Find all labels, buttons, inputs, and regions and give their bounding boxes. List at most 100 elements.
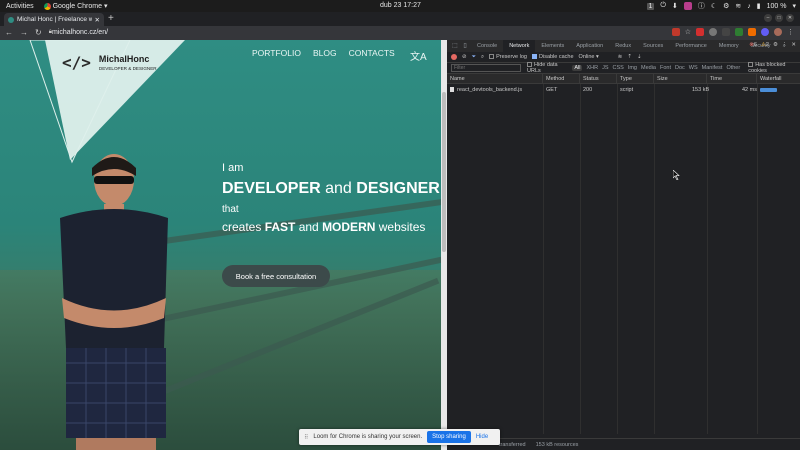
filter-type-font[interactable]: Font (660, 65, 671, 71)
maximize-icon[interactable]: □ (775, 14, 783, 22)
disable-cache-label: Disable cache (539, 54, 574, 60)
drag-handle-icon[interactable]: ⠿ (304, 434, 308, 441)
row-size: 153 kB (692, 87, 710, 93)
favicon-icon (8, 16, 14, 23)
reload-icon[interactable]: ↻ (35, 28, 42, 37)
filter-type-manifest[interactable]: Manifest (702, 65, 723, 71)
tab-elements[interactable]: Elements (535, 40, 570, 52)
hide-button[interactable]: Hide (476, 434, 488, 440)
tab-redux[interactable]: Redux (609, 40, 637, 52)
tab-network[interactable]: Network (503, 40, 536, 52)
minimize-icon[interactable]: – (764, 14, 772, 22)
tab-memory[interactable]: Memory (713, 40, 745, 52)
extension-abp-icon[interactable] (696, 28, 704, 36)
file-icon (450, 87, 454, 93)
tab-strip: Michal Honc | Freelance w ✕ + – □ ✕ (0, 12, 800, 26)
devtools-settings-icon[interactable]: ⚙ (773, 42, 778, 48)
hero-modern: MODERN (322, 220, 376, 234)
filter-type-xhr[interactable]: XHR (586, 65, 598, 71)
nav-portfolio[interactable]: PORTFOLIO (252, 48, 301, 58)
row-name-text: react_devtools_backend.js (457, 87, 523, 93)
settings-icon[interactable]: ⚙ (723, 2, 729, 10)
browser-tab[interactable]: Michal Honc | Freelance w ✕ (4, 13, 104, 26)
site-logo[interactable]: </> MichalHonc DEVELOPER & DESIGNER (62, 53, 157, 72)
extension-react-icon[interactable] (722, 28, 730, 36)
filter-input[interactable] (451, 64, 521, 72)
filter-type-css[interactable]: CSS (613, 65, 624, 71)
tab-application[interactable]: Application (570, 40, 609, 52)
power-icon[interactable]: ⏻ (660, 2, 666, 10)
avatar[interactable] (774, 28, 782, 36)
close-tab-icon[interactable]: ✕ (95, 16, 100, 24)
filter-type-img[interactable]: Img (628, 65, 637, 71)
tab-performance[interactable]: Performance (669, 40, 713, 52)
record-icon[interactable] (451, 54, 457, 60)
extension-loom-icon[interactable] (761, 28, 769, 36)
col-header-type[interactable]: Type (617, 74, 654, 84)
workspace-indicator[interactable]: 1 (646, 2, 655, 10)
filter-type-all[interactable]: All (572, 65, 583, 71)
extension-orange-icon[interactable] (748, 28, 756, 36)
device-toolbar-icon[interactable]: ▯ (461, 42, 469, 50)
app-menu[interactable]: Google Chrome ▾ (43, 2, 107, 10)
devtools-close-icon[interactable]: ✕ (791, 42, 796, 48)
filter-type-ws[interactable]: WS (689, 65, 698, 71)
close-window-icon[interactable]: ✕ (786, 14, 794, 22)
col-header-name[interactable]: Name (447, 74, 543, 84)
language-icon[interactable]: 文A (410, 48, 427, 63)
hide-data-urls-checkbox[interactable]: Hide data URLs (527, 62, 568, 74)
row-time: 42 ms (742, 87, 757, 93)
mouse-cursor-icon (673, 170, 680, 180)
resources-text: 153 kB resources (535, 441, 579, 448)
download-icon[interactable]: ⬇ (672, 2, 678, 10)
address-bar[interactable]: michalhonc.cz/en/ (52, 29, 108, 36)
key-icon[interactable] (671, 28, 680, 36)
preserve-log-checkbox[interactable]: Preserve log (489, 54, 527, 60)
tab-console[interactable]: Console (471, 40, 503, 52)
extension-sync-icon[interactable] (709, 28, 717, 36)
menu-icon[interactable]: ⋮ (787, 28, 794, 36)
filter-type-other[interactable]: Other (726, 65, 740, 71)
chevron-down-icon[interactable]: ▾ (792, 2, 796, 10)
warning-badge[interactable]: ⚠2 (761, 42, 769, 48)
import-har-icon[interactable]: ⇡ (627, 54, 632, 60)
error-badge[interactable]: ⊗6 (749, 42, 757, 48)
throttle-select[interactable]: Online ▾ (579, 54, 599, 60)
filter-icon[interactable]: ⏷ (472, 54, 476, 61)
info-icon[interactable]: ⓘ (698, 1, 705, 11)
col-header-time[interactable]: Time (707, 74, 757, 84)
col-header-size[interactable]: Size (654, 74, 707, 84)
book-consultation-button[interactable]: Book a free consultation (222, 265, 330, 287)
blocked-cookies-checkbox[interactable]: Has blocked cookies (748, 62, 800, 74)
hero-text: I am DEVELOPER and DESIGNER that creates… (222, 162, 440, 234)
export-har-icon[interactable]: ⇣ (637, 54, 642, 60)
tab-sources[interactable]: Sources (637, 40, 669, 52)
tray-app-icon[interactable] (683, 2, 692, 10)
disable-cache-checkbox[interactable]: Disable cache (532, 54, 574, 60)
inspect-icon[interactable]: ⬚ (451, 42, 459, 50)
tab-title: Michal Honc | Freelance w (17, 16, 92, 23)
star-icon[interactable]: ☆ (685, 28, 691, 36)
column-divider (654, 84, 655, 434)
filter-type-js[interactable]: JS (602, 65, 608, 71)
devtools-menu-icon[interactable]: ⋮ (782, 42, 788, 48)
clear-icon[interactable]: ⊘ (462, 54, 467, 60)
extension-green-icon[interactable] (735, 28, 743, 36)
col-header-waterfall[interactable]: Waterfall (757, 74, 800, 84)
back-icon[interactable]: ← (5, 28, 13, 37)
activities-button[interactable]: Activities (6, 3, 34, 10)
nav-contacts[interactable]: CONTACTS (349, 48, 395, 58)
col-header-method[interactable]: Method (543, 74, 580, 84)
stop-sharing-button[interactable]: Stop sharing (427, 431, 471, 443)
network-conditions-icon[interactable]: ≋ (618, 54, 623, 60)
filter-type-media[interactable]: Media (641, 65, 656, 71)
new-tab-button[interactable]: + (108, 13, 114, 24)
scrollbar-thumb[interactable] (442, 92, 446, 252)
hero-and-2: and (295, 220, 323, 234)
clock[interactable]: dub 23 17:27 (380, 2, 421, 9)
col-header-status[interactable]: Status (580, 74, 617, 84)
forward-icon[interactable]: → (20, 28, 28, 37)
nav-blog[interactable]: BLOG (313, 48, 337, 58)
search-icon[interactable]: ⌕ (481, 54, 484, 61)
filter-type-doc[interactable]: Doc (675, 65, 685, 71)
